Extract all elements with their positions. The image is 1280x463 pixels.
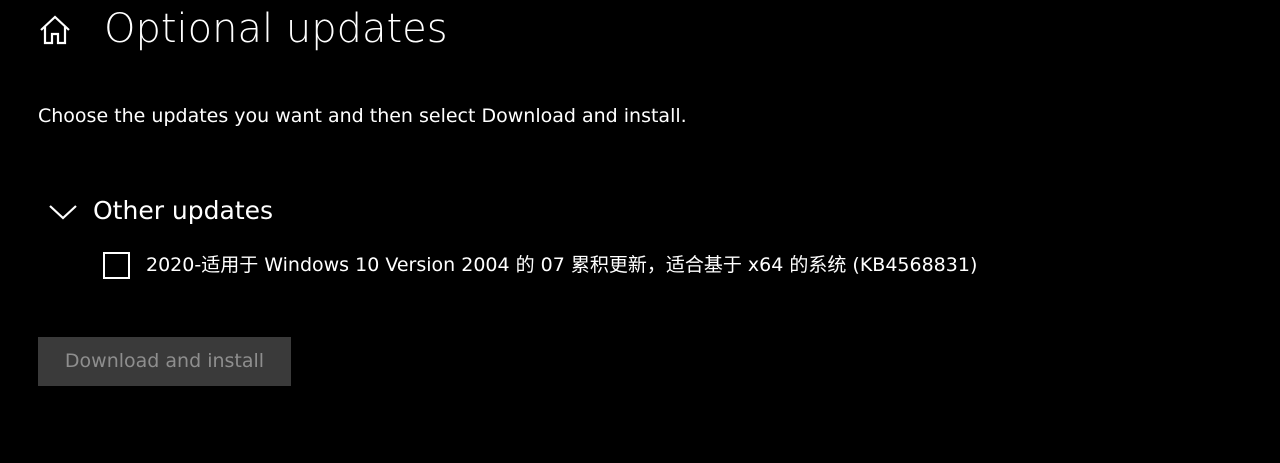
home-icon[interactable] [38, 13, 72, 47]
update-item[interactable]: 2020-适用于 Windows 10 Version 2004 的 07 累积… [103, 248, 977, 282]
chevron-down-icon [49, 205, 77, 220]
page-description: Choose the updates you want and then sel… [38, 105, 687, 127]
update-item-label[interactable]: 2020-适用于 Windows 10 Version 2004 的 07 累积… [146, 251, 977, 279]
update-checkbox[interactable] [103, 251, 130, 279]
other-updates-expander[interactable]: Other updates [46, 191, 273, 231]
download-and-install-button[interactable]: Download and install [38, 337, 291, 386]
page-title: Optional updates [104, 6, 448, 52]
section-title: Other updates [93, 196, 274, 225]
